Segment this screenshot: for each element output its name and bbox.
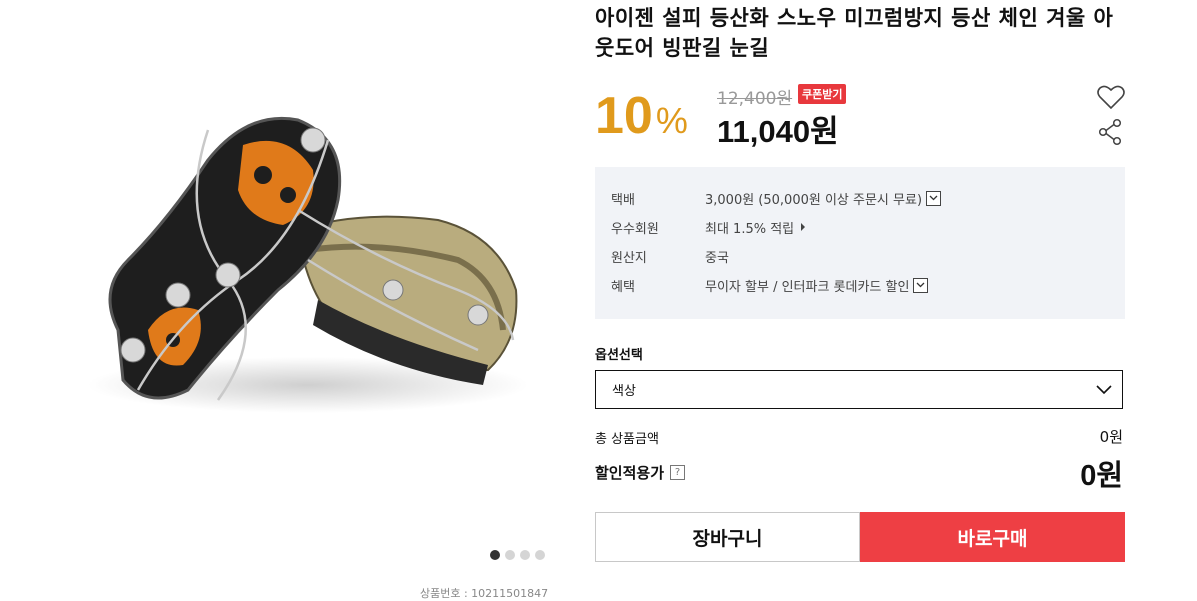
info-row-origin: 원산지 중국 (595, 246, 1125, 266)
info-value: 3,000원 (50,000원 이상 주문시 무료) (705, 192, 923, 208)
info-label: 우수회원 (611, 221, 659, 237)
info-row-member: 우수회원 최대 1.5% 적립 (595, 217, 1125, 237)
chevron-down-icon (1096, 385, 1112, 395)
buy-now-button[interactable]: 바로구매 (860, 512, 1125, 562)
info-label: 혜택 (611, 279, 635, 295)
info-label: 택배 (611, 192, 635, 208)
total-price-value: 0원 (1099, 428, 1123, 446)
info-value: 중국 (705, 250, 729, 266)
delivery-info-box: 택배 3,000원 (50,000원 이상 주문시 무료) 우수회원 최대 1.… (595, 167, 1125, 319)
info-row-benefit: 혜택 무이자 할부 / 인터파크 롯데카드 할인 (595, 275, 1125, 295)
discounted-price-value: 0원 (1080, 460, 1123, 492)
chevron-down-icon[interactable] (913, 277, 929, 293)
discount-rate: 10% (595, 86, 688, 146)
heart-icon[interactable] (1097, 84, 1125, 110)
option-label: 옵션선택 (595, 348, 643, 363)
product-image[interactable] (58, 100, 528, 420)
gallery-dots (490, 550, 545, 560)
gallery-dot[interactable] (535, 550, 545, 560)
coupon-button[interactable]: 쿠폰받기 (798, 84, 847, 104)
info-value-group: 중국 (705, 247, 729, 266)
info-value-group[interactable]: 최대 1.5% 적립 (705, 218, 806, 237)
info-value-group: 무이자 할부 / 인터파크 롯데카드 할인 (705, 276, 929, 295)
discounted-price-label: 할인적용가 (595, 464, 665, 482)
info-value: 최대 1.5% 적립 (705, 221, 795, 237)
chevron-down-icon[interactable] (926, 190, 942, 206)
info-value-group: 3,000원 (50,000원 이상 주문시 무료) (705, 189, 942, 208)
caret-right-icon (801, 223, 806, 231)
help-icon[interactable]: ? (670, 465, 686, 480)
total-price-label: 총 상품금액 (595, 432, 659, 447)
sale-price: 11,040원 (717, 114, 839, 149)
info-row-shipping: 택배 3,000원 (50,000원 이상 주문시 무료) (595, 188, 1125, 208)
discount-number: 10 (595, 87, 653, 145)
gallery-dot[interactable] (490, 550, 500, 560)
option-select[interactable]: 색상 (595, 370, 1123, 409)
product-title: 아이젠 설피 등산화 스노우 미끄럼방지 등산 체인 겨울 아웃도어 빙판길 눈… (595, 6, 1114, 60)
product-number: 상품번호 : 10211501847 (420, 587, 549, 600)
info-value: 무이자 할부 / 인터파크 롯데카드 할인 (705, 279, 910, 295)
gallery-dot[interactable] (505, 550, 515, 560)
share-icon[interactable] (1098, 118, 1122, 146)
gallery-dot[interactable] (520, 550, 530, 560)
add-to-cart-button[interactable]: 장바구니 (595, 512, 860, 562)
product-gallery: 상품번호 : 10211501847 (0, 0, 600, 600)
discount-percent-sign: % (655, 100, 688, 141)
discounted-price-label-group: 할인적용가 ? (595, 462, 686, 483)
option-selected-value: 색상 (612, 384, 636, 399)
info-label: 원산지 (611, 250, 647, 266)
